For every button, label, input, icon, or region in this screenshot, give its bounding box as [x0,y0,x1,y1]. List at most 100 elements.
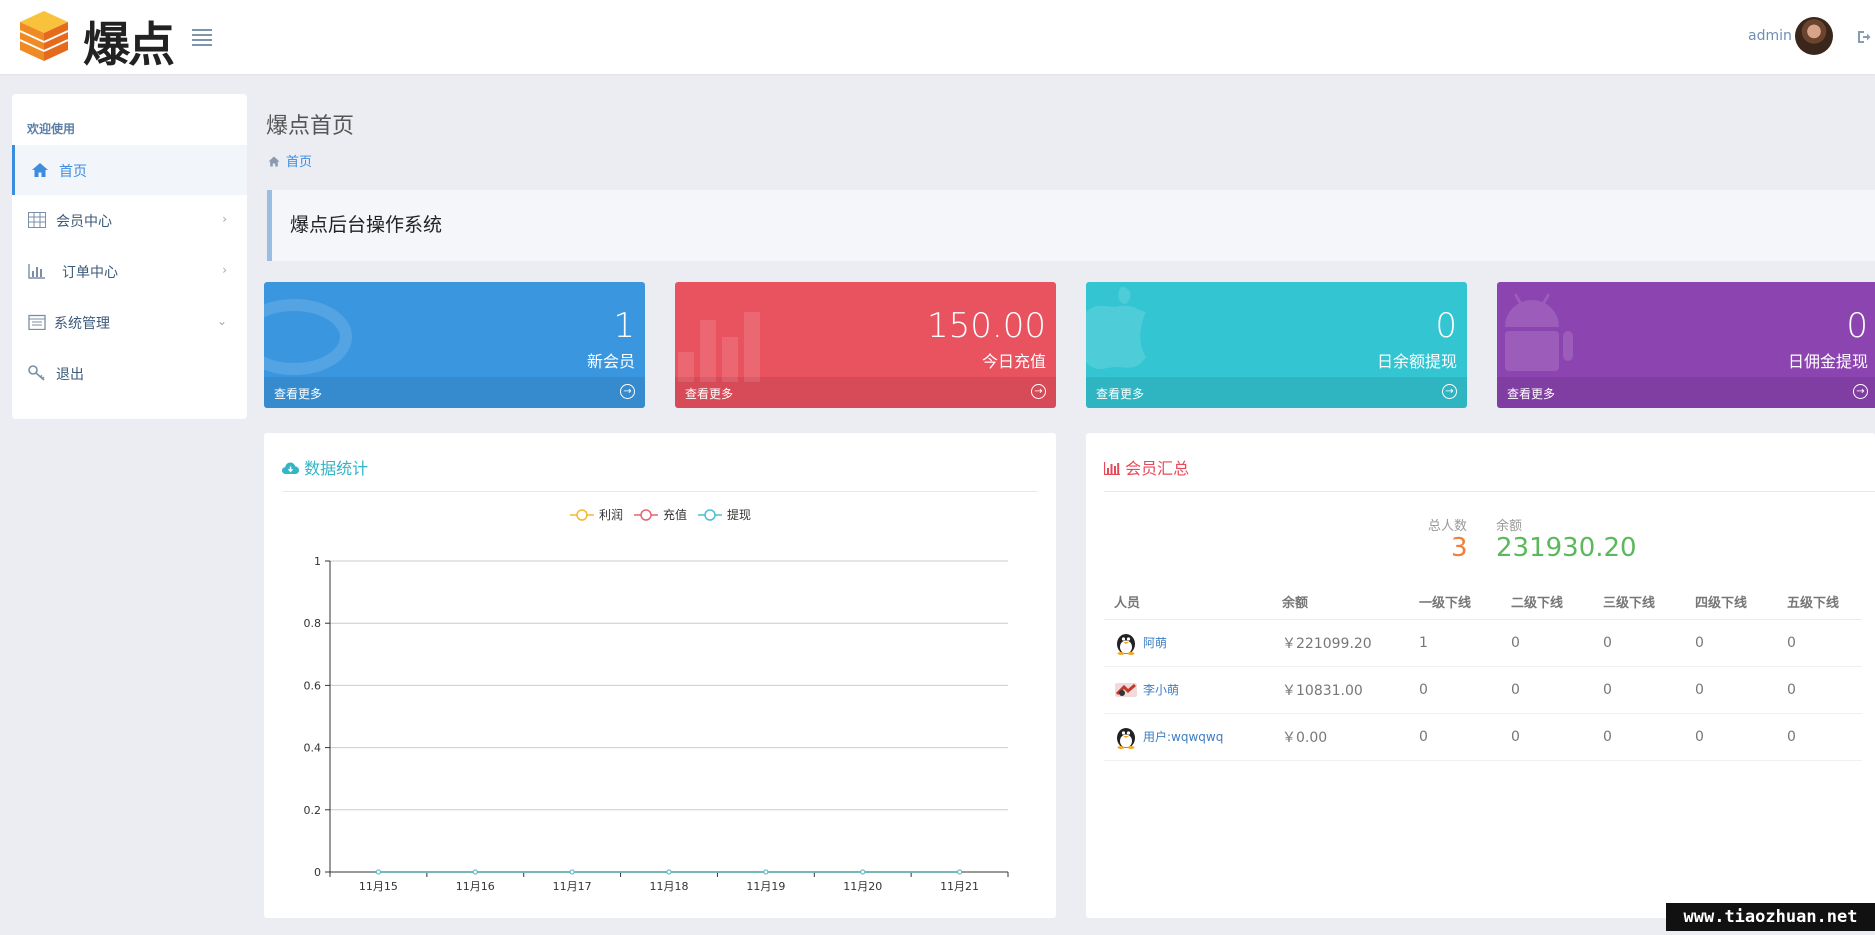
balance-label: 余额 [1496,519,1523,534]
sidebar-item-label: 系统管理 [54,316,110,332]
member-cell: 李小萌 [1104,666,1272,714]
tile-more-link[interactable]: 查看更多 → [675,377,1056,408]
y-tick-label: 0.4 [304,742,322,755]
bar-chart-icon [1103,462,1120,476]
breadcrumb[interactable]: 首页 [268,151,312,170]
line-chart: 利润 充值 提现 0 0.2 0.4 0.6 0.8 1 11月15 11月16 11月17 11月18… [304,507,1009,893]
member-name-link[interactable]: 李小萌 [1143,683,1179,697]
y-tick-label: 0.8 [304,617,322,630]
table-row: 阿萌 ￥221099.20 1 0 0 0 0 [1104,619,1862,667]
penguin-avatar-icon [1117,634,1135,655]
chat-bubble-icon [264,299,352,375]
level5-count: 0 [1777,713,1862,761]
tile-value: 1 [613,306,635,346]
legend-circle-marker[interactable] [640,509,652,521]
level1-count: 1 [1409,619,1501,667]
arrow-circle-right-icon: → [1442,384,1457,399]
legend-circle-marker[interactable] [704,509,716,521]
level1-count: 0 [1409,713,1501,761]
legend-circle-marker[interactable] [576,509,588,521]
level2-count: 0 [1501,619,1593,667]
tile-value: 150.00 [927,306,1046,346]
data-point [375,869,381,875]
member-name-link[interactable]: 阿萌 [1143,636,1167,650]
column-header: 四级下线 [1685,583,1777,620]
tile-label: 日佣金提现 [1787,352,1868,371]
member-cell: 用户:wqwqwq [1104,713,1272,761]
arrow-circle-right-icon: → [1031,384,1046,399]
chevron-down-icon: ⌄ [216,314,227,328]
user-avatar[interactable] [1795,17,1833,55]
table-icon [28,212,46,228]
level4-count: 0 [1685,619,1777,667]
tile-more-text: 查看更多 [685,387,734,401]
level5-count: 0 [1777,619,1862,667]
column-header: 二级下线 [1501,583,1593,620]
member-cell: 阿萌 [1104,619,1272,667]
column-header: 三级下线 [1593,583,1685,620]
logo-text: 爆点 [83,18,175,73]
total-members-value: 3 [1451,533,1468,563]
member-name-link[interactable]: 用户:wqwqwq [1143,730,1223,744]
tile-more-link[interactable]: 查看更多 → [1086,377,1467,408]
breadcrumb-home[interactable]: 首页 [286,155,312,170]
data-point [666,869,672,875]
sidebar-item-orders[interactable]: 订单中心 › [12,246,247,296]
table-row: 用户:wqwqwq ￥0.00 0 0 0 0 0 [1104,713,1862,761]
arrow-circle-right-icon: → [1853,384,1868,399]
sidebar-item-home[interactable]: 首页 [12,145,247,195]
divider [1104,491,1875,492]
sidebar-item-members[interactable]: 会员中心 › [12,195,247,245]
legend-label[interactable]: 充值 [663,507,687,522]
site-watermark: www.tiaozhuan.net [1666,903,1875,931]
members-panel: 会员汇总 总人数 3 余额 231930.20 人员 余额 一级下线 二级下线 … [1086,433,1875,918]
cube-logo-icon [19,11,69,61]
apple-icon [1086,287,1146,370]
sidebar-item-label: 首页 [59,164,87,180]
sidebar-item-label: 会员中心 [56,214,112,230]
x-tick-label: 11月19 [746,880,785,893]
daily-commission-withdraw-tile: 0 日佣金提现 查看更多 → [1497,282,1875,408]
tile-value: 0 [1435,306,1457,346]
stats-panel: 数据统计 利润 充值 提现 0 0.2 0.4 0.6 0.8 1 11月15 11月16 11月17… [264,433,1056,918]
balance-value: 231930.20 [1496,533,1637,563]
page-title: 爆点首页 [266,114,355,139]
legend-label[interactable]: 利润 [599,508,623,522]
member-balance: ￥0.00 [1272,713,1409,761]
member-balance: ￥10831.00 [1272,666,1409,714]
tile-label: 日余额提现 [1376,352,1457,371]
members-table: 人员 余额 一级下线 二级下线 三级下线 四级下线 五级下线 阿萌 ￥221099… [1104,583,1862,761]
members-panel-title: 会员汇总 [1103,455,1189,479]
bar-chart-icon [28,264,45,279]
member-balance: ￥221099.20 [1272,619,1409,667]
key-icon [28,365,45,381]
sidebar-item-logout[interactable]: 退出 [12,348,247,398]
sidebar: 欢迎使用 首页 会员中心 › 订单中心 › 系统管理 ⌄ 退出 [12,94,247,419]
welcome-callout: 爆点后台操作系统 [267,190,1875,261]
logout-icon[interactable] [1857,30,1871,44]
calendar-icon [28,314,46,330]
android-icon [1505,293,1573,371]
sidebar-item-system[interactable]: 系统管理 ⌄ [12,297,247,347]
column-header: 一级下线 [1409,583,1501,620]
tile-more-text: 查看更多 [274,387,323,401]
new-members-tile: 1 新会员 查看更多 → [264,282,645,408]
x-tick-label: 11月21 [940,880,979,893]
column-header: 余额 [1272,583,1409,620]
legend-label[interactable]: 提现 [727,507,751,522]
column-header: 五级下线 [1777,583,1862,620]
user-name[interactable]: admin [1748,28,1792,44]
top-bar: 爆点 admin [0,0,1875,74]
tile-value: 0 [1846,306,1868,346]
arrow-circle-right-icon: → [620,384,635,399]
tile-more-link[interactable]: 查看更多 → [264,377,645,408]
x-tick-label: 11月15 [359,880,398,893]
level5-count: 0 [1777,666,1862,714]
level4-count: 0 [1685,666,1777,714]
level3-count: 0 [1593,713,1685,761]
callout-text: 爆点后台操作系统 [290,214,443,236]
chevron-right-icon: › [222,212,227,226]
menu-toggle-icon[interactable] [192,29,212,46]
y-tick-label: 0.6 [304,679,322,692]
tile-more-link[interactable]: 查看更多 → [1497,377,1875,408]
